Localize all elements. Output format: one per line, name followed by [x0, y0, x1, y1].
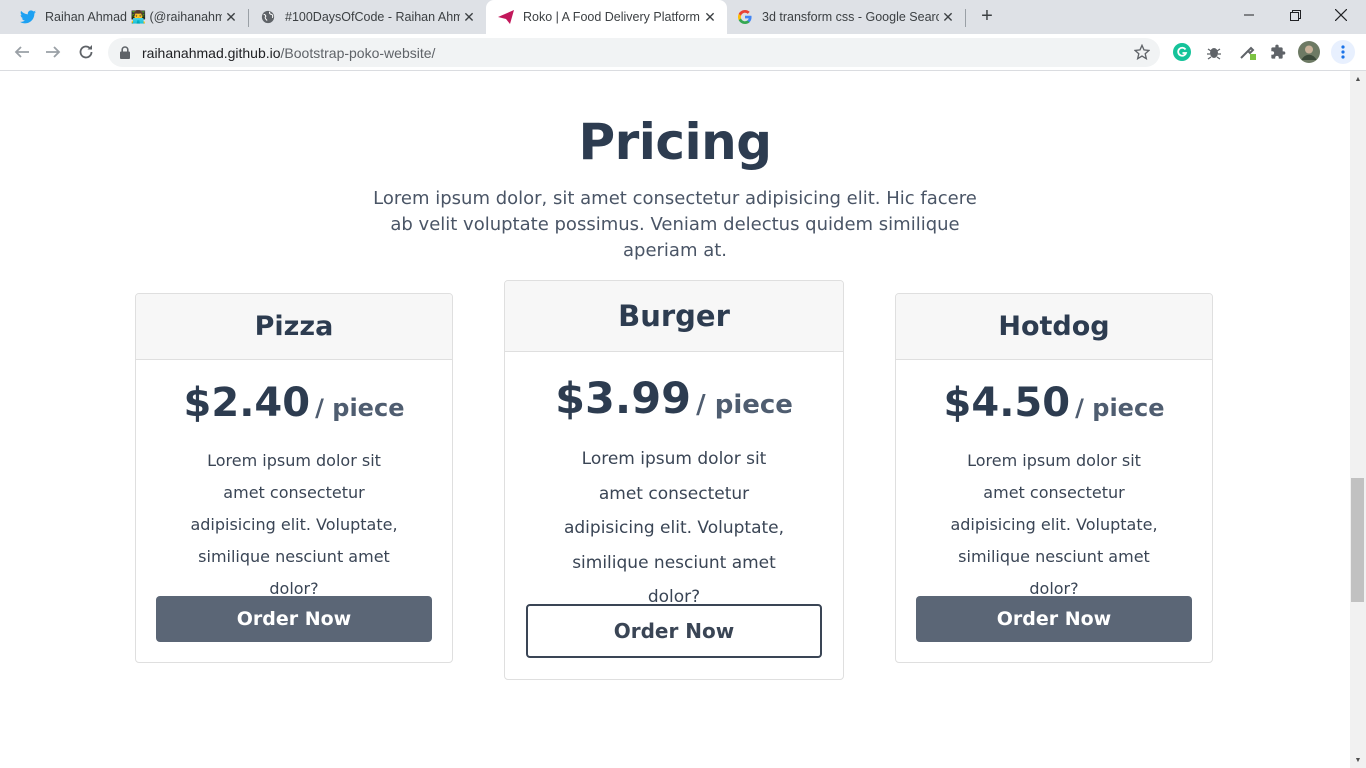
price-unit: / piece: [696, 390, 793, 420]
back-button[interactable]: [9, 39, 35, 65]
url-path: /Bootstrap-poko-website/: [280, 44, 436, 61]
card-description: Lorem ipsum dolor sit amet consectetur a…: [950, 451, 1158, 598]
pricing-title: Pricing: [578, 113, 772, 171]
price-unit: / piece: [1075, 394, 1165, 422]
card-header: Hotdog: [896, 294, 1212, 360]
tab-google-search[interactable]: 3d transform css - Google Search ✕: [727, 0, 965, 34]
tab-100daysofcode[interactable]: #100DaysOfCode - Raihan Ahmad ✕: [248, 0, 486, 34]
globe-icon: [260, 9, 276, 25]
price-amount: $3.99: [555, 374, 692, 424]
roko-logo-icon: [498, 9, 514, 25]
minimize-button[interactable]: [1226, 0, 1272, 30]
close-icon[interactable]: ✕: [222, 8, 240, 26]
card-price: $4.50 / piece: [896, 380, 1212, 426]
browser-toolbar: raihanahmad.github.io/Bootstrap-poko-web…: [0, 34, 1366, 71]
forward-button[interactable]: [40, 39, 66, 65]
pricing-card-pizza: Pizza $2.40 / piece Lorem ipsum dolor si…: [135, 293, 453, 663]
vertical-scrollbar[interactable]: [1350, 71, 1366, 768]
url-host: raihanahmad.github.io: [142, 44, 281, 61]
bug-extension-icon[interactable]: [1203, 41, 1225, 63]
pricing-subtitle: Lorem ipsum dolor, sit amet consectetur …: [373, 188, 977, 261]
page-viewport: Pricing Lorem ipsum dolor, sit amet cons…: [0, 71, 1350, 768]
bookmark-star-icon[interactable]: [1131, 41, 1153, 63]
grammarly-icon[interactable]: [1171, 41, 1193, 63]
card-price: $3.99 / piece: [505, 374, 843, 424]
pricing-card-burger: Burger $3.99 / piece Lorem ipsum dolor s…: [504, 280, 844, 680]
close-icon[interactable]: ✕: [939, 8, 957, 26]
order-now-button[interactable]: Order Now: [156, 596, 432, 642]
tab-strip: Raihan Ahmad 👨‍💻 (@raihanahmad ✕ #100Day…: [0, 0, 1366, 34]
card-header: Burger: [505, 281, 843, 352]
order-now-button[interactable]: Order Now: [526, 604, 822, 658]
address-bar[interactable]: raihanahmad.github.io/Bootstrap-poko-web…: [108, 38, 1160, 67]
pricing-card-hotdog: Hotdog $4.50 / piece Lorem ipsum dolor s…: [895, 293, 1213, 663]
google-icon: [737, 9, 753, 25]
close-icon[interactable]: ✕: [460, 8, 478, 26]
lock-icon[interactable]: [120, 46, 134, 59]
order-now-button[interactable]: Order Now: [916, 596, 1192, 642]
profile-avatar[interactable]: [1298, 41, 1320, 63]
price-amount: $4.50: [943, 380, 1071, 426]
restore-button[interactable]: [1272, 0, 1318, 30]
reload-button[interactable]: [73, 39, 99, 65]
tab-separator: [965, 9, 966, 27]
tab-roko[interactable]: Roko | A Food Delivery Platform ✕: [486, 0, 727, 34]
price-unit: / piece: [315, 394, 405, 422]
close-window-button[interactable]: [1318, 0, 1364, 30]
chrome-menu-icon[interactable]: [1331, 40, 1355, 64]
scroll-up-arrow-icon[interactable]: ▲: [1350, 71, 1366, 87]
tab-twitter[interactable]: Raihan Ahmad 👨‍💻 (@raihanahmad ✕: [0, 0, 248, 34]
twitter-icon: [20, 9, 36, 25]
new-tab-button[interactable]: +: [976, 5, 998, 27]
price-amount: $2.40: [183, 380, 311, 426]
eyedropper-extension-icon[interactable]: [1237, 41, 1259, 63]
card-description: Lorem ipsum dolor sit amet consectetur a…: [563, 449, 785, 607]
card-description: Lorem ipsum dolor sit amet consectetur a…: [190, 451, 398, 598]
close-icon[interactable]: ✕: [701, 8, 719, 26]
tab-title: Roko | A Food Delivery Platform: [523, 10, 700, 24]
card-header: Pizza: [136, 294, 452, 360]
card-price: $2.40 / piece: [136, 380, 452, 426]
scrollbar-thumb[interactable]: [1351, 478, 1364, 602]
tab-title: #100DaysOfCode - Raihan Ahmad: [285, 10, 460, 24]
tab-title: Raihan Ahmad 👨‍💻 (@raihanahmad: [45, 9, 222, 24]
extensions-puzzle-icon[interactable]: [1267, 41, 1289, 63]
tab-title: 3d transform css - Google Search: [762, 10, 939, 24]
scroll-down-arrow-icon[interactable]: ▼: [1350, 752, 1366, 768]
